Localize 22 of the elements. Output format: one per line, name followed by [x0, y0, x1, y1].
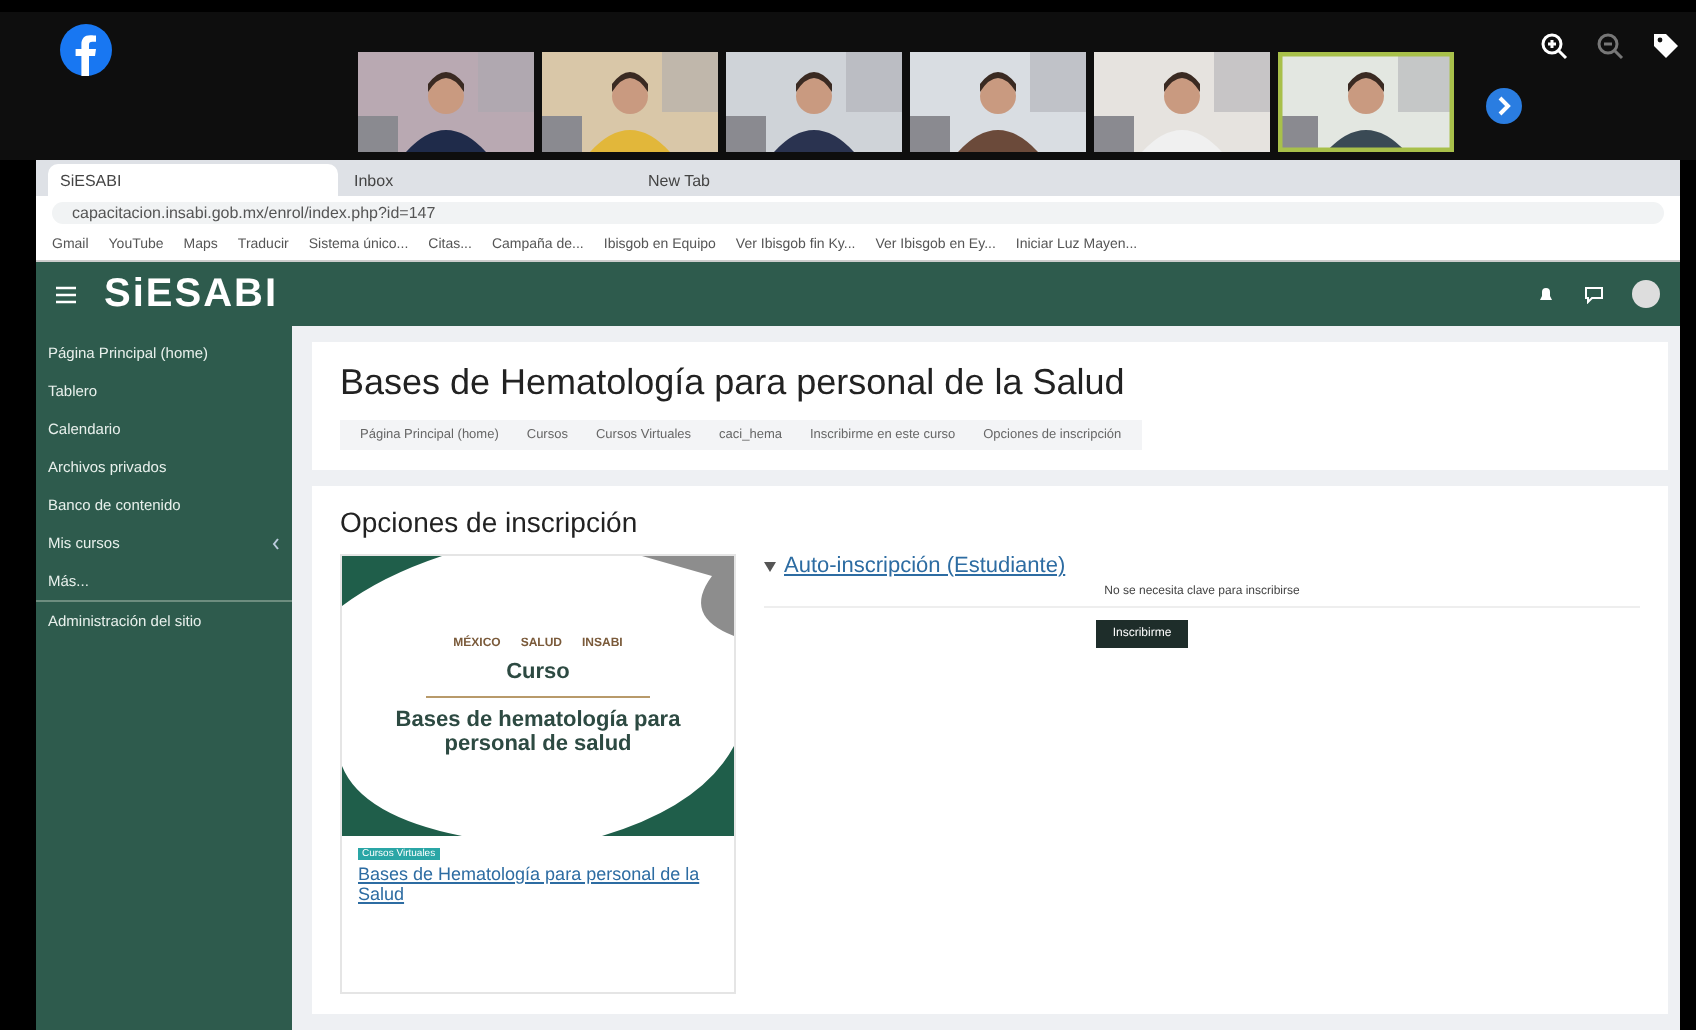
- bell-icon[interactable]: [1536, 284, 1556, 304]
- next-icon[interactable]: [1486, 88, 1522, 124]
- course-title: Bases de Hematología para personal de la Salud: [340, 362, 1127, 404]
- menu-icon[interactable]: [56, 285, 76, 303]
- zoom-in-icon[interactable]: [1540, 32, 1568, 60]
- avatar-icon[interactable]: [1632, 280, 1660, 308]
- caret-icon: [764, 561, 776, 571]
- course-link[interactable]: Bases de Hematología para personal de la Salud: [358, 864, 718, 904]
- zoom-out-icon[interactable]: [1596, 32, 1624, 60]
- browser-tab[interactable]: New Tab: [636, 164, 926, 196]
- chat-icon[interactable]: [1584, 284, 1604, 304]
- chevron-icon: [272, 537, 280, 549]
- facebook-icon[interactable]: [60, 24, 112, 76]
- enrolment-toggle[interactable]: Auto-inscripción (Estudiante): [764, 554, 1640, 578]
- section-title: Opciones de inscripción: [340, 506, 640, 538]
- browser-tab[interactable]: SiESABI: [48, 164, 338, 196]
- image-title: Bases de hematología para personal de salud: [393, 707, 683, 755]
- tag-icon[interactable]: [1652, 32, 1680, 60]
- image-label: Curso: [426, 659, 650, 697]
- address-field[interactable]: capacitacion.insabi.gob.mx/enrol/index.php?id=147: [52, 201, 1664, 223]
- site-logo: SiESABI: [104, 271, 279, 317]
- browser-tab[interactable]: Inbox: [342, 164, 632, 196]
